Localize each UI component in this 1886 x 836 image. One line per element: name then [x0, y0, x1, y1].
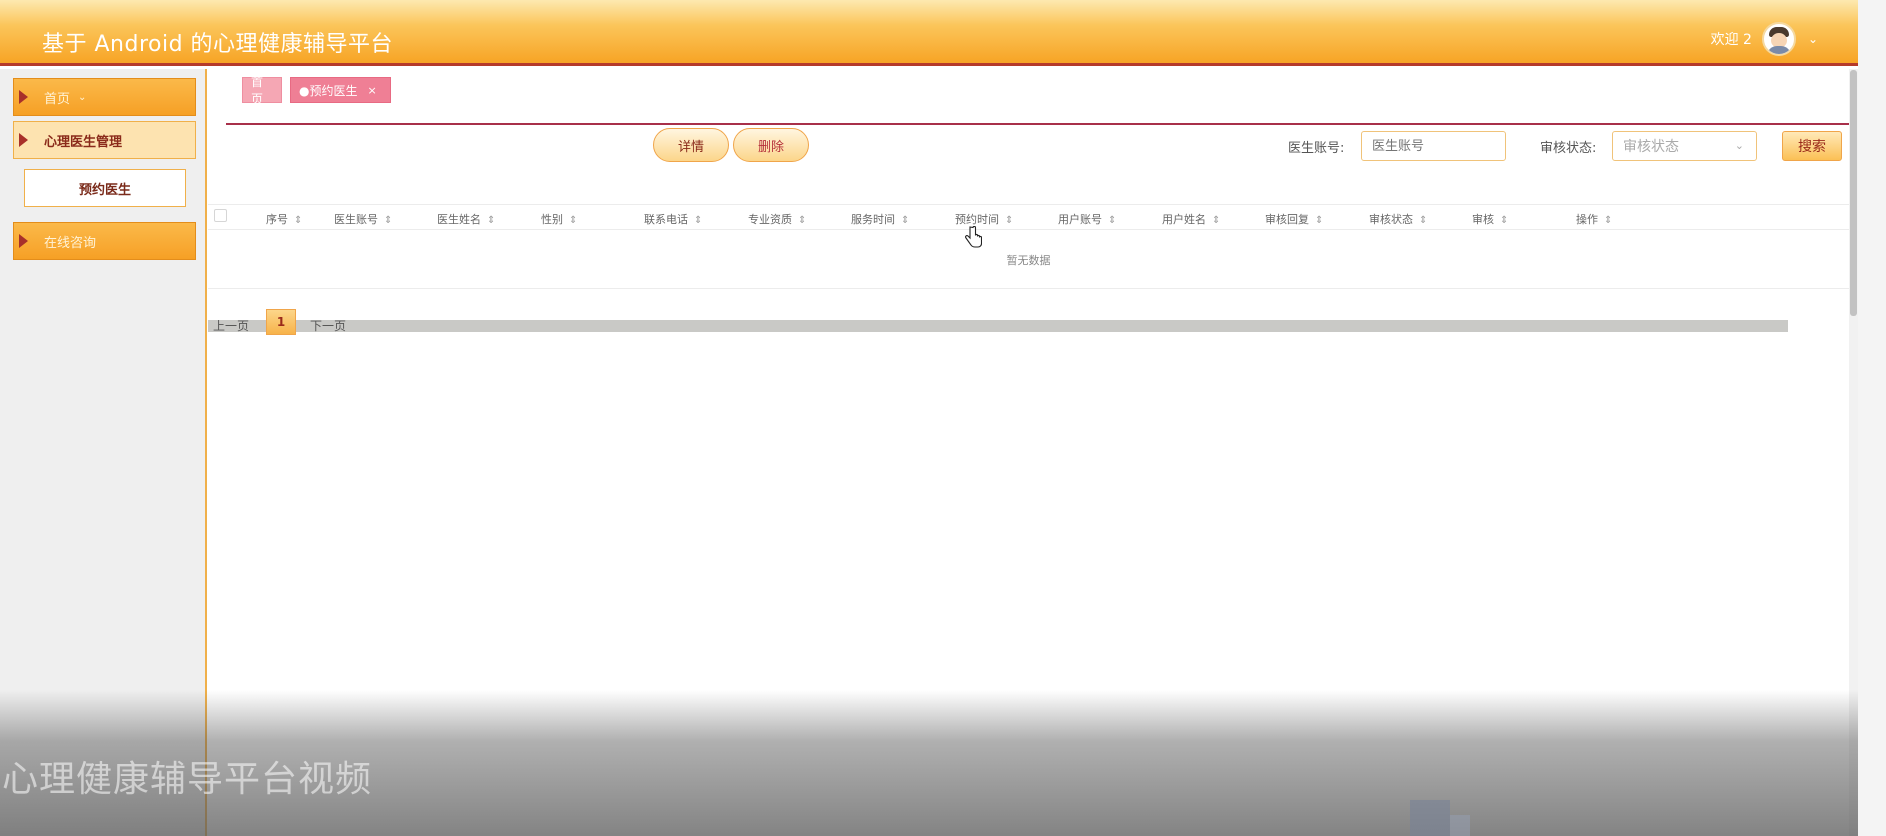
sort-icon: ⇕ [1108, 215, 1117, 226]
chevron-down-icon[interactable]: ⌄ [1808, 32, 1818, 46]
page-number-button[interactable]: 1 [266, 309, 296, 335]
tab-book-doctor[interactable]: ●预约医生 × [290, 77, 391, 103]
sidebar-item-label: 在线咨询 [44, 235, 97, 251]
video-caption: 心理健康辅导平台视频 [2, 759, 373, 800]
column-header[interactable]: 审核 ⇕ [1472, 211, 1508, 227]
column-header[interactable]: 序号 ⇕ [266, 211, 302, 227]
triangle-right-icon [19, 234, 28, 248]
sidebar-item-home[interactable]: 首页 ⌄ [13, 78, 196, 116]
column-header[interactable]: 服务时间 ⇕ [851, 211, 909, 227]
column-header[interactable]: 联系电话 ⇕ [644, 211, 702, 227]
overlay-graphic [1410, 800, 1450, 836]
avatar[interactable] [1761, 22, 1796, 56]
status-label: 审核状态: [1540, 141, 1597, 156]
sort-icon: ⇕ [694, 215, 703, 226]
sort-icon: ⇕ [294, 215, 303, 226]
sidebar-item-label: 首页 [44, 91, 71, 107]
app-header: 基于 Android 的心理健康辅导平台 欢迎 2 ⌄ [0, 0, 1858, 66]
sort-icon: ⇕ [1419, 215, 1428, 226]
column-header[interactable]: 性别 ⇕ [541, 211, 577, 227]
hand-cursor-icon [965, 226, 982, 248]
table-header: 序号 ⇕ 医生账号 ⇕ 医生姓名 ⇕ 性别 ⇕ 联系电话 ⇕ 专业资质 ⇕ 服务时间 ⇕ 预约… [208, 204, 1849, 230]
sidebar-item-online-consult[interactable]: 在线咨询 [13, 222, 196, 260]
sort-icon: ⇕ [901, 215, 910, 226]
column-header[interactable]: 操作 ⇕ [1576, 211, 1612, 227]
triangle-right-icon [19, 133, 28, 147]
status-select-placeholder: 审核状态 [1623, 139, 1679, 155]
sort-icon: ⇕ [1500, 215, 1509, 226]
sort-icon: ⇕ [798, 215, 807, 226]
search-button[interactable]: 搜索 [1782, 131, 1842, 161]
status-select[interactable]: 审核状态 ⌄ [1612, 131, 1757, 161]
horizontal-scrollbar[interactable] [208, 320, 1788, 332]
sort-icon: ⇕ [1315, 215, 1324, 226]
overlay-graphic [1450, 815, 1470, 836]
triangle-right-icon [19, 90, 28, 104]
column-header[interactable]: 预约时间 ⇕ [955, 211, 1013, 227]
sort-icon: ⇕ [1212, 215, 1221, 226]
next-page-button[interactable]: 下一页 [310, 313, 346, 337]
vertical-scrollbar-thumb[interactable] [1850, 70, 1857, 316]
app-title: 基于 Android 的心理健康辅导平台 [42, 32, 394, 57]
detail-button[interactable]: 详情 [653, 128, 729, 162]
sort-icon: ⇕ [487, 215, 496, 226]
prev-page-button[interactable]: 上一页 [213, 313, 249, 337]
chevron-down-icon: ⌄ [78, 91, 87, 103]
window-edge [1858, 0, 1886, 836]
column-header[interactable]: 审核回复 ⇕ [1265, 211, 1323, 227]
sort-icon: ⇕ [1005, 215, 1014, 226]
column-header[interactable]: 医生账号 ⇕ [334, 211, 392, 227]
column-header[interactable]: 审核状态 ⇕ [1369, 211, 1427, 227]
delete-button[interactable]: 删除 [733, 128, 809, 162]
sort-icon: ⇕ [1604, 215, 1613, 226]
close-icon[interactable]: × [367, 84, 376, 97]
tab-label: ●预约医生 [299, 83, 358, 98]
doctor-account-label: 医生账号: [1288, 141, 1345, 156]
select-all-checkbox[interactable] [214, 209, 227, 222]
tab-divider [226, 123, 1858, 125]
column-header[interactable]: 用户账号 ⇕ [1058, 211, 1116, 227]
tab-home[interactable]: 首页 [242, 75, 282, 106]
column-header[interactable]: 专业资质 ⇕ [748, 211, 806, 227]
sidebar-item-doctor-management[interactable]: 心理医生管理 [13, 121, 196, 159]
sort-icon: ⇕ [384, 215, 393, 226]
column-header[interactable]: 用户姓名 ⇕ [1162, 211, 1220, 227]
doctor-account-input[interactable] [1361, 131, 1506, 161]
chevron-down-icon: ⌄ [1734, 139, 1744, 152]
sidebar-subitem-book-doctor[interactable]: 预约医生 [24, 169, 186, 207]
welcome-text: 欢迎 2 [1710, 32, 1752, 48]
user-menu[interactable]: 欢迎 2 ⌄ [1711, 22, 1818, 56]
column-header[interactable]: 医生姓名 ⇕ [437, 211, 495, 227]
sort-icon: ⇕ [569, 215, 578, 226]
table-empty-state: 暂无数据 [208, 231, 1849, 289]
sidebar-item-label: 心理医生管理 [44, 134, 123, 150]
